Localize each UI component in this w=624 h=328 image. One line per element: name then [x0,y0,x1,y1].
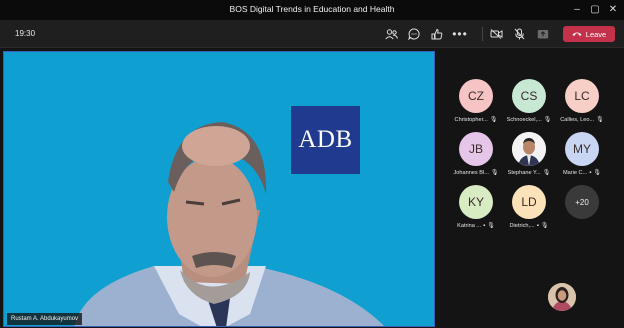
share-content-button[interactable] [535,26,551,42]
mic-muted-icon: 🎙 [593,170,601,176]
participant-tile[interactable]: KY Katrina ... ▪ 🎙 [447,185,505,231]
avatar: JB [459,132,493,166]
avatar: CZ [459,79,493,113]
participant-name: Katrina ... [457,222,482,229]
participant-tile[interactable]: MY Marie C... ▪ 🎙 [553,132,611,178]
participant-name-row: Marie C... ▪ 🎙 [553,169,611,177]
participant-name: Schnoeckel,... [506,116,542,123]
reactions-button[interactable] [429,26,445,42]
adb-logo: ADB [291,106,360,174]
participant-gallery: CZ Christopher... 🎙 CS Schnoeckel,... 🎙 LC… [445,51,624,328]
window-title: BOS Digital Trends in Education and Heal… [229,4,395,14]
overflow-count: +20 [565,185,599,219]
participant-name-row: Stephane Y... 🎙 [500,169,558,177]
avatar: LD [512,185,546,219]
participant-name-row: Callies, Leo... 🎙 [553,116,611,124]
participant-name-row: Christopher... 🎙 [447,116,505,124]
participant-tile[interactable]: LC Callies, Leo... 🎙 [553,79,611,125]
mic-muted-icon: 🎙 [543,117,552,123]
more-options-button[interactable]: ••• [452,26,468,42]
camera-toggle-button[interactable] [488,26,504,42]
main-video-stage[interactable]: ADB Rustam A. Abdukayumov [3,51,435,327]
participant-tile[interactable]: LD Dietrich,... ▪ 🎙 [500,185,558,231]
microphone-toggle-button[interactable] [511,26,527,42]
participant-tile[interactable]: JB Johannes Bl... 🎙 [447,132,505,178]
mic-muted-icon: 🎙 [540,223,549,229]
window-title-bar: BOS Digital Trends in Education and Heal… [0,0,624,20]
avatar: KY [459,185,493,219]
participant-name-row: Schnoeckel,... 🎙 [500,116,558,124]
participant-name-row: Dietrich,... ▪ 🎙 [500,222,558,230]
share-icon [537,29,549,38]
microphone-off-icon [514,28,524,40]
participants-button[interactable] [383,26,399,42]
meeting-toolbar: 19:30 ••• Leave [0,20,624,48]
mic-muted-icon: 🎙 [490,170,499,176]
avatar: LC [565,79,599,113]
more-participants-button[interactable]: +20 [553,185,611,231]
camera-off-icon: ▪ [536,222,539,229]
mic-muted-icon: 🎙 [489,117,498,123]
mic-muted-icon: 🎙 [542,170,551,176]
mic-muted-icon: 🎙 [487,223,495,229]
adb-logo-text: ADB [298,126,353,153]
avatar: MY [565,132,599,166]
reaction-icon [431,28,442,40]
avatar: CS [512,79,546,113]
participant-name: Dietrich,... [509,222,535,229]
leave-label: Leave [585,29,607,39]
participant-name: Callies, Leo... [560,116,595,123]
participant-name: Marie C... [562,169,588,176]
self-view-video[interactable] [548,283,576,311]
camera-off-icon: ▪ [589,169,592,176]
minimize-button[interactable]: – [569,2,585,18]
more-icon: ••• [452,27,468,41]
meeting-timer: 19:30 [15,29,36,38]
participant-tile[interactable]: CZ Christopher... 🎙 [447,79,505,125]
self-view-photo [548,283,576,311]
mic-muted-icon: 🎙 [596,117,604,123]
profile-photo [512,132,546,166]
camera-off-icon: ▪ [483,222,486,229]
people-icon [384,28,398,39]
chat-button[interactable] [406,26,422,42]
participant-tile[interactable]: Stephane Y... 🎙 [500,132,558,178]
participant-name-row: Johannes Bl... 🎙 [447,169,505,177]
participant-name: Stephane Y... [507,169,541,176]
camera-off-icon [490,29,502,39]
close-window-button[interactable]: ✕ [605,2,621,18]
speaker-name-label: Rustam A. Abdukayumov [7,313,83,325]
chat-icon [408,28,420,40]
toolbar-divider [482,27,483,41]
maximize-button[interactable]: ▢ [587,2,603,18]
participant-tile[interactable]: CS Schnoeckel,... 🎙 [500,79,558,125]
participant-name: Johannes Bl... [453,169,489,176]
leave-button[interactable]: Leave [563,26,615,42]
speaker-video [74,122,384,326]
participant-name: Christopher... [454,116,488,123]
participant-name-row: Katrina ... ▪ 🎙 [447,222,505,230]
hang-up-icon [572,32,582,36]
